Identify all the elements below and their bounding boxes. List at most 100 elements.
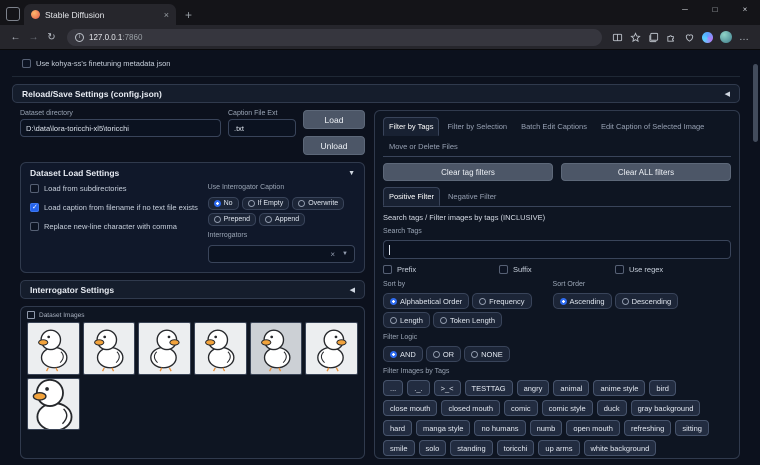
clear-selection-icon[interactable]: × [330,250,335,259]
radio-if-empty[interactable]: If Empty [242,197,290,210]
unload-button[interactable]: Unload [303,136,365,155]
caption-ext-input[interactable]: .txt [228,119,296,137]
filter-tag[interactable]: closed mouth [441,400,500,416]
filter-tag[interactable]: comic style [542,400,593,416]
tab-close-icon[interactable]: × [164,10,169,20]
radio-append[interactable]: Append [259,213,305,226]
radio-and[interactable]: AND [383,346,423,362]
settings-menu-icon[interactable]: … [739,32,750,43]
filter-tag[interactable]: refreshing [624,420,671,436]
dataset-directory-input[interactable]: D:\data\lora-toricchi-xl5\toricchi [20,119,221,137]
radio-prepend[interactable]: Prepend [208,213,256,226]
gallery-thumb[interactable] [138,322,191,375]
subtab-negative-filter[interactable]: Negative Filter [442,187,502,206]
filter-tag[interactable]: comic [504,400,538,416]
forward-icon[interactable]: → [26,32,41,43]
filter-tag[interactable]: ._. [407,380,429,396]
copilot-icon[interactable] [702,32,713,43]
radio-alphabetical-order[interactable]: Alphabetical Order [383,293,469,309]
gallery-thumb[interactable] [194,322,247,375]
filter-tag[interactable]: standing [450,440,492,456]
radio-frequency[interactable]: Frequency [472,293,531,309]
radio-descending[interactable]: Descending [615,293,679,309]
filter-tag[interactable]: anime style [593,380,645,396]
clear-all-filters-button[interactable]: Clear ALL filters [561,163,731,181]
search-tags-input[interactable] [383,240,731,259]
radio-or[interactable]: OR [426,346,461,362]
filter-tag[interactable]: ... [383,380,403,396]
load-caption-from-filename-checkbox[interactable]: Load caption from filename if no text fi… [30,203,200,213]
tab-actions-icon[interactable] [6,7,20,21]
site-info-icon[interactable]: i [75,33,84,42]
filter-tag[interactable]: sitting [675,420,709,436]
filter-tag[interactable]: animal [553,380,589,396]
load-button[interactable]: Load [303,110,365,129]
tab-edit-caption-selected[interactable]: Edit Caption of Selected Image [595,117,710,136]
maximize-button[interactable]: □ [700,0,730,19]
load-subdirectories-checkbox[interactable]: Load from subdirectories [30,184,200,194]
radio-length[interactable]: Length [383,312,430,328]
dropdown-caret-icon: ▼ [342,251,348,257]
filter-tag[interactable]: white background [584,440,657,456]
refresh-icon[interactable]: ↻ [44,32,59,43]
filter-tag[interactable]: TESTTAG [465,380,513,396]
filter-tag[interactable]: up arms [538,440,579,456]
gallery-thumb[interactable] [83,322,136,375]
filter-tag[interactable]: duck [597,400,627,416]
tab-filter-by-selection[interactable]: Filter by Selection [441,117,513,136]
address-bar[interactable]: i 127.0.0.1:7860 [67,29,602,46]
text-caret [389,245,390,255]
interrogator-settings-accordion[interactable]: Interrogator Settings ◀ [20,280,365,299]
clear-tag-filters-button[interactable]: Clear tag filters [383,163,553,181]
tab-move-delete-files[interactable]: Move or Delete Files [383,137,464,156]
use-regex-checkbox[interactable]: Use regex [615,265,731,275]
profile-avatar[interactable] [720,31,732,43]
filter-tag[interactable]: hard [383,420,412,436]
filter-tag[interactable]: solo [419,440,447,456]
filter-tag[interactable]: toricchi [497,440,535,456]
gallery-thumb[interactable] [250,322,303,375]
filter-tag[interactable]: manga style [416,420,470,436]
radio-ascending[interactable]: Ascending [553,293,612,309]
radio-no[interactable]: No [208,197,239,210]
replace-newline-checkbox[interactable]: Replace new-line character with comma [30,222,200,232]
filter-tag[interactable]: >_< [434,380,461,396]
browser-tab[interactable]: Stable Diffusion × [24,4,176,25]
new-tab-button[interactable]: + [185,10,192,20]
sort-by-label: Sort by [383,281,547,288]
gallery-thumb[interactable] [305,322,358,375]
browser-essentials-icon[interactable] [684,32,695,43]
filter-tag[interactable]: bird [649,380,676,396]
filter-tag[interactable]: gray background [631,400,701,416]
tab-favicon-icon [31,10,40,19]
radio-token-length[interactable]: Token Length [433,312,502,328]
kohya-metadata-checkbox[interactable]: Use kohya-ss's finetuning metadata json [22,59,730,69]
tab-batch-edit-captions[interactable]: Batch Edit Captions [515,117,593,136]
suffix-checkbox[interactable]: Suffix [499,265,615,275]
radio-none[interactable]: NONE [464,346,510,362]
filter-tag[interactable]: no humans [474,420,525,436]
filter-tag[interactable]: angry [517,380,550,396]
close-button[interactable]: × [730,0,760,19]
tab-filter-by-tags[interactable]: Filter by Tags [383,117,439,136]
split-screen-icon[interactable] [612,32,623,43]
reload-save-accordion[interactable]: Reload/Save Settings (config.json) ◀ [12,84,740,103]
radio-overwrite[interactable]: Overwrite [292,197,344,210]
filter-subtab-bar: Positive Filter Negative Filter [383,187,731,207]
interrogators-dropdown[interactable]: × ▼ [208,245,355,263]
gallery-thumb[interactable] [27,378,80,431]
filter-tag[interactable]: numb [530,420,563,436]
minimize-button[interactable]: ─ [670,0,700,19]
extensions-icon[interactable] [666,32,677,43]
page-scrollbar[interactable] [753,64,758,142]
collections-icon[interactable] [648,32,659,43]
back-icon[interactable]: ← [8,32,23,43]
gallery-thumb[interactable] [27,322,80,375]
filter-tag[interactable]: open mouth [566,420,620,436]
filter-tag[interactable]: smile [383,440,415,456]
favorites-star-icon[interactable] [630,32,641,43]
prefix-checkbox[interactable]: Prefix [383,265,499,275]
subtab-positive-filter[interactable]: Positive Filter [383,187,440,206]
dataset-load-settings-header[interactable]: Dataset Load Settings ▼ [21,163,364,182]
filter-tag[interactable]: close mouth [383,400,437,416]
